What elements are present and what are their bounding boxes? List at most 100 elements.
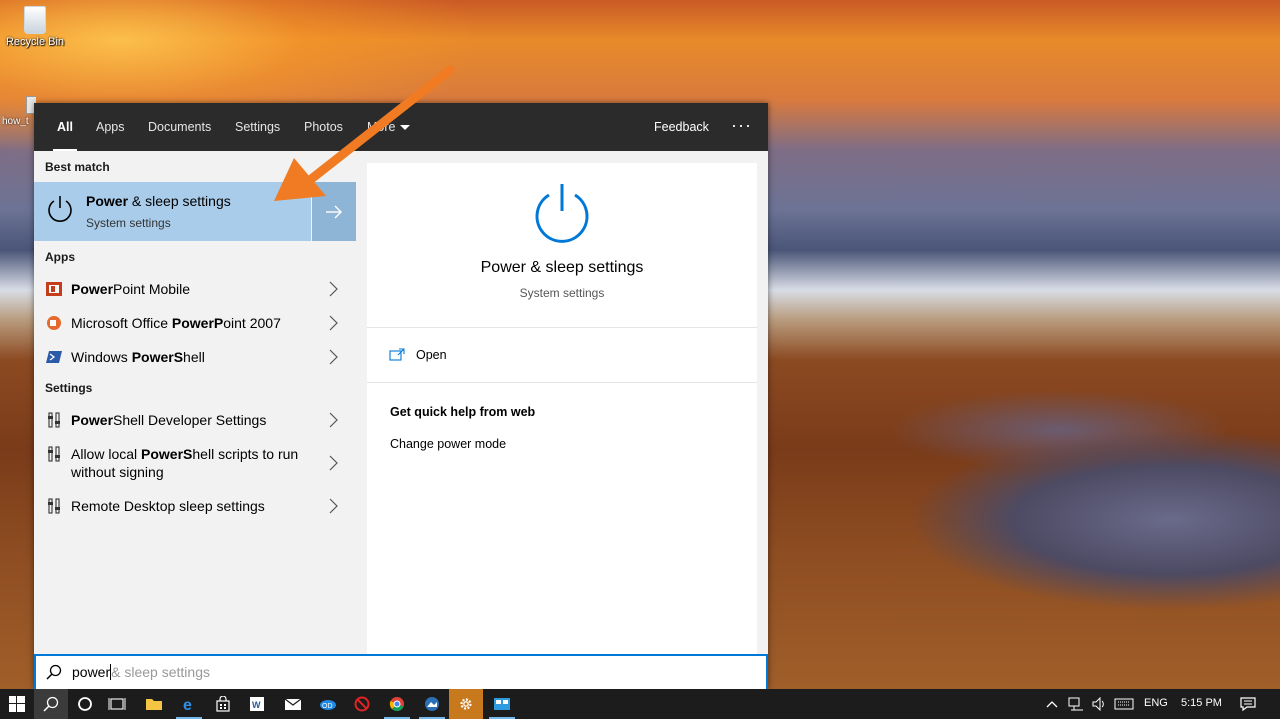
taskbar-onedrive-app[interactable]: OD: [311, 689, 345, 719]
taskbar-chrome[interactable]: [380, 689, 414, 719]
edge-browser-icon: e: [183, 697, 192, 712]
tab-all[interactable]: All: [53, 103, 77, 151]
chrome-icon: [389, 697, 404, 712]
list-item-label: PowerPoint Mobile: [71, 281, 191, 297]
tab-photos[interactable]: Photos: [304, 103, 343, 151]
divider: [367, 382, 757, 383]
mail-icon: [284, 698, 302, 710]
word-icon: W: [250, 697, 264, 711]
svg-text:OD: OD: [322, 703, 333, 710]
desktop-icon-recycle-bin[interactable]: Recycle Bin: [4, 6, 66, 48]
taskbar-store[interactable]: [206, 689, 240, 719]
start-button[interactable]: [0, 689, 34, 719]
taskbar-word[interactable]: W: [240, 689, 274, 719]
chevron-right-icon: [329, 455, 338, 471]
chevron-down-icon: [400, 125, 411, 131]
windows-logo-icon: [9, 696, 25, 712]
results-list: Best match Power & sleep settings System…: [34, 151, 356, 689]
search-icon: [43, 696, 59, 712]
section-heading-best-match: Best match: [45, 160, 110, 174]
preview-title: Power & sleep settings: [480, 259, 644, 276]
chevron-right-icon: [329, 281, 338, 297]
section-heading-apps: Apps: [45, 250, 75, 264]
help-link-change-power-mode[interactable]: Change power mode: [390, 437, 506, 451]
best-match-expand-button[interactable]: [312, 182, 356, 241]
open-window-icon: [389, 348, 405, 361]
taskbar-remote-app[interactable]: [485, 689, 519, 719]
action-center-icon[interactable]: [1240, 696, 1256, 712]
taskbar-file-explorer[interactable]: [137, 689, 171, 719]
block-icon: [354, 696, 370, 712]
keyboard-icon[interactable]: [1114, 698, 1134, 710]
search-input[interactable]: power& sleep settings: [34, 654, 768, 691]
taskbar-photo-app[interactable]: [415, 689, 449, 719]
tab-more-label: More: [367, 120, 396, 134]
best-match-result[interactable]: Power & sleep settings System settings: [34, 182, 311, 241]
divider: [367, 327, 757, 328]
svg-text:W: W: [252, 700, 261, 710]
taskbar-edge[interactable]: e: [172, 689, 206, 719]
taskbar-search-button[interactable]: [34, 689, 68, 719]
store-bag-icon: [216, 696, 230, 712]
list-item-powerpoint-mobile[interactable]: PowerPoint Mobile: [34, 272, 356, 306]
powerpoint-icon: [46, 282, 62, 296]
feedback-button[interactable]: Feedback: [654, 103, 709, 151]
list-item-label: Allow local PowerShell scripts to run wit…: [71, 446, 299, 480]
svg-text:e: e: [183, 697, 192, 712]
list-item-label: PowerShell Developer Settings: [71, 412, 267, 428]
recycle-bin-icon: [24, 6, 46, 34]
open-label: Open: [416, 348, 447, 362]
power-icon: [535, 184, 589, 243]
list-item-remote-desktop-sleep-settings[interactable]: Remote Desktop sleep settings: [34, 489, 356, 523]
tab-documents[interactable]: Documents: [148, 103, 211, 151]
folder-icon: [146, 699, 162, 710]
volume-icon[interactable]: [1092, 697, 1108, 711]
settings-icon: [48, 412, 60, 428]
task-view-button[interactable]: [100, 689, 134, 719]
search-tabs-bar: All Apps Documents Settings Photos More …: [34, 103, 768, 151]
language-indicator[interactable]: ENG: [1144, 697, 1168, 709]
chevron-up-icon[interactable]: [1046, 700, 1058, 708]
best-match-title: Power & sleep settings: [86, 193, 231, 209]
settings-icon: [48, 498, 60, 514]
cortana-button[interactable]: [68, 689, 102, 719]
gear-icon: [460, 698, 472, 710]
list-item-powerpoint-2007[interactable]: Microsoft Office PowerPoint 2007: [34, 306, 356, 340]
taskbar-settings[interactable]: [449, 689, 483, 719]
search-panel: All Apps Documents Settings Photos More …: [34, 103, 768, 691]
quick-help-heading: Get quick help from web: [390, 405, 536, 419]
desktop-icon-file[interactable]: how_t: [2, 96, 36, 127]
cloud-app-icon: OD: [320, 700, 336, 710]
taskbar: e W OD ENG 5:15 PM: [0, 689, 1280, 719]
clock[interactable]: 5:15 PM: [1181, 697, 1222, 709]
remote-desktop-icon: [494, 698, 510, 710]
taskbar-blocked-app[interactable]: [345, 689, 379, 719]
chevron-right-icon: [329, 315, 338, 331]
task-view-icon: [108, 698, 126, 710]
list-item-label: Remote Desktop sleep settings: [71, 498, 265, 514]
more-options-button[interactable]: ···: [731, 103, 752, 151]
best-match-subtitle: System settings: [86, 216, 171, 230]
photo-app-icon: [425, 697, 439, 711]
list-item-label: Windows PowerShell: [71, 349, 205, 365]
chevron-right-icon: [329, 412, 338, 428]
list-item-windows-powershell[interactable]: Windows PowerShell: [34, 340, 356, 374]
powershell-icon: [46, 351, 62, 363]
arrow-right-icon: [326, 205, 342, 218]
list-item-powershell-developer-settings[interactable]: PowerShell Developer Settings: [34, 403, 356, 437]
cortana-circle-icon: [78, 697, 92, 711]
list-item-allow-local-powershell-scripts[interactable]: Allow local PowerShell scripts to run wit…: [34, 437, 356, 489]
settings-icon: [48, 446, 60, 462]
network-icon[interactable]: [1068, 697, 1084, 711]
search-query: power& sleep settings: [72, 664, 210, 681]
taskbar-mail[interactable]: [276, 689, 310, 719]
section-heading-settings: Settings: [45, 381, 93, 395]
tab-settings[interactable]: Settings: [235, 103, 280, 151]
power-icon: [48, 196, 72, 222]
result-preview-pane: Power & sleep settings System settings O…: [367, 163, 757, 689]
chevron-right-icon: [329, 498, 338, 514]
tab-apps[interactable]: Apps: [96, 103, 125, 151]
chevron-right-icon: [329, 349, 338, 365]
search-icon: [46, 664, 62, 680]
tab-more[interactable]: More: [367, 103, 411, 151]
